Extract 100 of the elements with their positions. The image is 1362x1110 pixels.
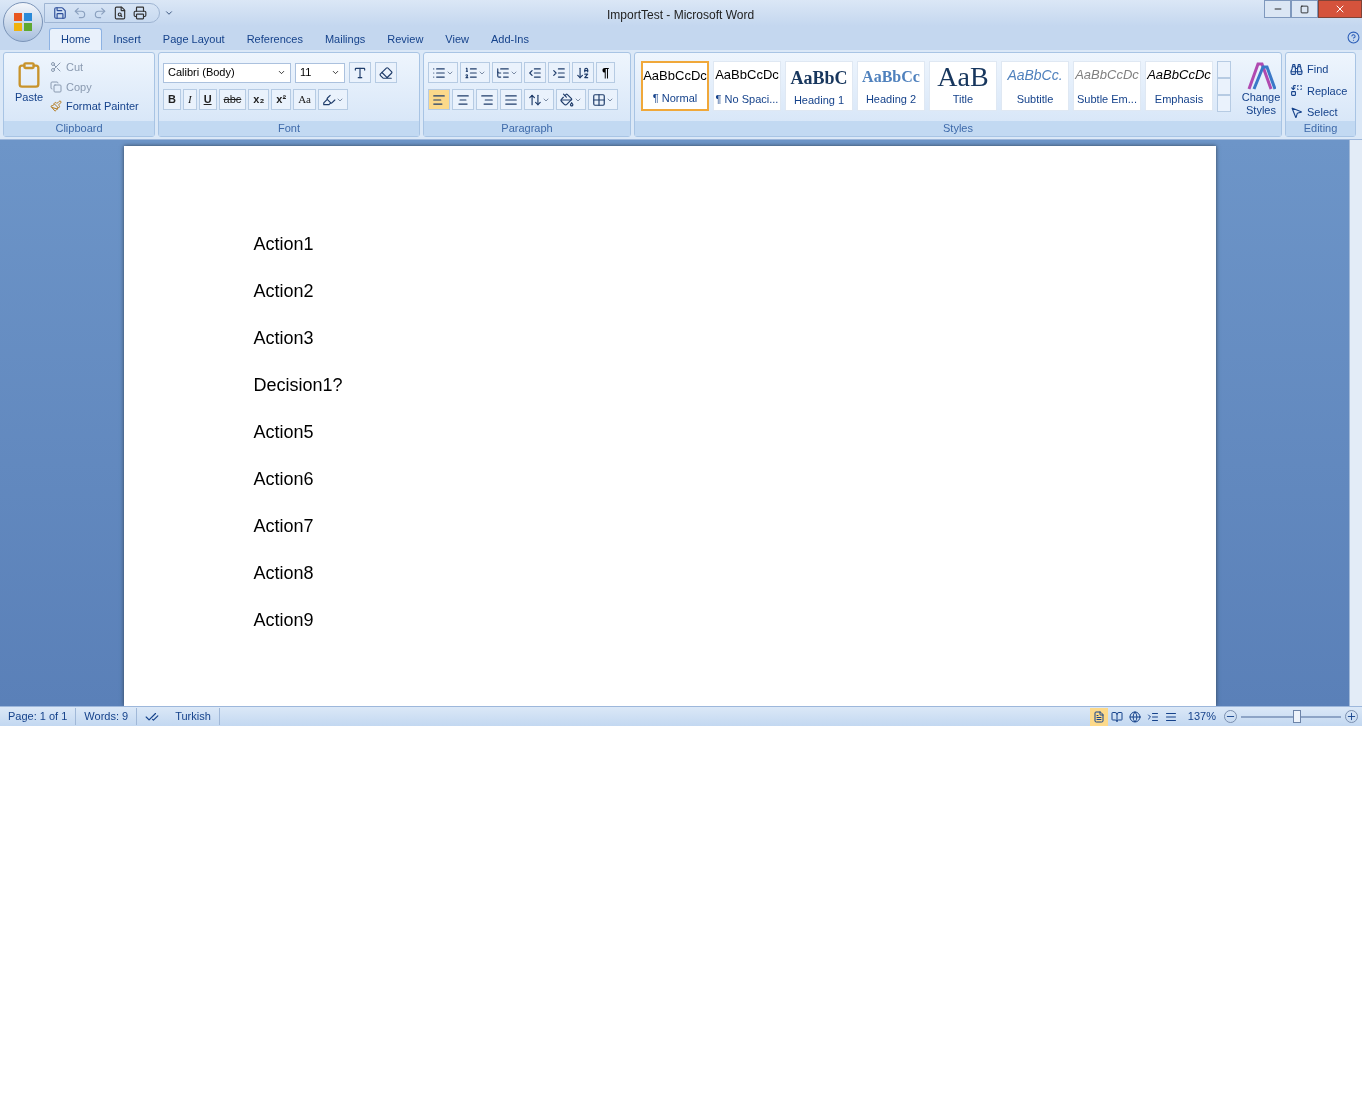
borders-button[interactable]: [588, 89, 618, 110]
document-paragraph: Action9: [253, 610, 315, 631]
align-icon: [456, 92, 470, 107]
font-name-field[interactable]: Calibri (Body): [163, 62, 291, 83]
align-button[interactable]: [476, 89, 498, 110]
zoom-slider-thumb[interactable]: [1293, 709, 1301, 723]
align-button[interactable]: [500, 89, 522, 110]
grow-font-button[interactable]: [349, 62, 371, 83]
view-icon: [1146, 710, 1159, 723]
increase-indent-button[interactable]: [548, 62, 570, 83]
ribbon-tab[interactable]: View: [434, 28, 480, 50]
zoom-level: 137%: [1186, 709, 1217, 725]
page-count: Page: 1 of 1: [0, 708, 77, 725]
format-painter-button[interactable]: Format Painter: [50, 98, 139, 115]
ribbon-tab[interactable]: Home: [49, 28, 103, 50]
help-icon[interactable]: [1347, 31, 1360, 44]
show-marks-button[interactable]: ¶: [596, 62, 616, 83]
shading-icon: [560, 92, 574, 107]
font-size-field[interactable]: 11: [295, 62, 345, 83]
restore-button[interactable]: [1291, 0, 1318, 18]
customize-icon[interactable]: [164, 8, 174, 18]
bullets-icon: [432, 65, 446, 80]
style-tile[interactable]: AaBbCcDc ¶ Normal: [641, 61, 709, 111]
clear-format-button[interactable]: [375, 62, 397, 83]
highlight-button[interactable]: [317, 89, 348, 110]
format-button[interactable]: I: [182, 89, 197, 110]
minimize-button[interactable]: [1264, 0, 1291, 18]
office-button[interactable]: [3, 2, 43, 42]
copy-icon: [50, 80, 62, 93]
align-button[interactable]: [452, 89, 474, 110]
view-icon: [1110, 710, 1123, 723]
numbering-icon: [464, 65, 478, 80]
zoom-in-icon[interactable]: [1345, 710, 1358, 723]
letters-icon: [1246, 61, 1276, 91]
ribbon-tab[interactable]: Mailings: [313, 28, 377, 50]
caret-icon: [331, 68, 340, 77]
align-button[interactable]: [428, 89, 450, 110]
close-icon: [1334, 3, 1346, 15]
sort-icon: [576, 65, 590, 80]
increase-indent-icon: [552, 65, 566, 80]
document-paragraph: Decision1?: [253, 375, 344, 396]
bullets-button[interactable]: [428, 62, 458, 83]
paste-button[interactable]: Paste: [8, 57, 50, 121]
line-spacing-button[interactable]: [524, 89, 554, 110]
decrease-indent-button[interactable]: [524, 62, 546, 83]
caret-icon: [277, 68, 286, 77]
ribbon-tab[interactable]: Insert: [102, 28, 152, 50]
format-button[interactable]: abc: [218, 89, 247, 110]
format-button[interactable]: x²: [271, 89, 292, 110]
document-paragraph: Action6: [253, 469, 315, 490]
align-icon: [480, 92, 494, 107]
find-button[interactable]: Find: [1290, 61, 1348, 78]
binoculars-icon: [1290, 62, 1303, 76]
view-icon: [1164, 710, 1177, 723]
ribbon-tab[interactable]: Review: [376, 28, 435, 50]
logo-icon: [13, 12, 33, 32]
ribbon-tab[interactable]: Add-Ins: [480, 28, 540, 50]
document-paragraph: Action1: [253, 234, 315, 255]
view-icon: [1092, 710, 1105, 723]
save-icon[interactable]: [53, 6, 67, 20]
style-tile[interactable]: AaBbC Heading 1: [785, 61, 853, 111]
document-paragraph: Action5: [253, 422, 315, 443]
cursor-icon: [1290, 105, 1303, 119]
format-button[interactable]: B: [163, 89, 181, 110]
grow-font-icon: [353, 65, 367, 80]
group-label: Clipboard: [4, 121, 154, 136]
group-label: Paragraph: [424, 121, 630, 136]
multilevel-list-icon: [496, 65, 510, 80]
format-button[interactable]: Aa: [293, 89, 316, 110]
numbering-button[interactable]: [460, 62, 490, 83]
change-styles-button[interactable]: Change Styles: [1235, 61, 1287, 117]
ribbon-tab[interactable]: Page Layout: [151, 28, 236, 50]
document-paragraph: Action3: [253, 328, 315, 349]
view-button[interactable]: [1089, 707, 1108, 726]
print-preview-icon[interactable]: [113, 6, 127, 20]
style-tile[interactable]: AaBbCcDc ¶ No Spaci...: [713, 61, 781, 111]
sort-button[interactable]: [572, 62, 594, 83]
group-label: Font: [159, 121, 419, 136]
style-tile[interactable]: AaBbCcDc Subtle Em...: [1073, 61, 1141, 111]
multilevel-list-button[interactable]: [492, 62, 522, 83]
style-tile[interactable]: AaBbCc. Subtitle: [1001, 61, 1069, 111]
select-button[interactable]: Select: [1290, 104, 1348, 121]
view-icon: [1128, 710, 1141, 723]
print-icon[interactable]: [133, 6, 147, 20]
style-tile[interactable]: AaBbCcDc Emphasis: [1145, 61, 1213, 111]
window-title: ImportTest - Microsoft Word: [607, 7, 755, 24]
format-button[interactable]: x₂: [248, 89, 270, 110]
language-label: Turkish: [167, 708, 220, 725]
format-button[interactable]: U: [198, 89, 217, 110]
document-paragraph: Action8: [253, 563, 315, 584]
style-tile[interactable]: AaBbCc Heading 2: [857, 61, 925, 111]
align-icon: [504, 92, 518, 107]
brush-icon: [50, 100, 62, 113]
replace-button[interactable]: Replace: [1290, 82, 1348, 99]
ribbon-tab[interactable]: References: [235, 28, 314, 50]
style-tile[interactable]: AaB Title: [929, 61, 997, 111]
align-icon: [432, 92, 446, 107]
word-count: Words: 9: [76, 708, 138, 725]
shading-button[interactable]: [556, 89, 586, 110]
group-label: Editing: [1286, 121, 1355, 136]
